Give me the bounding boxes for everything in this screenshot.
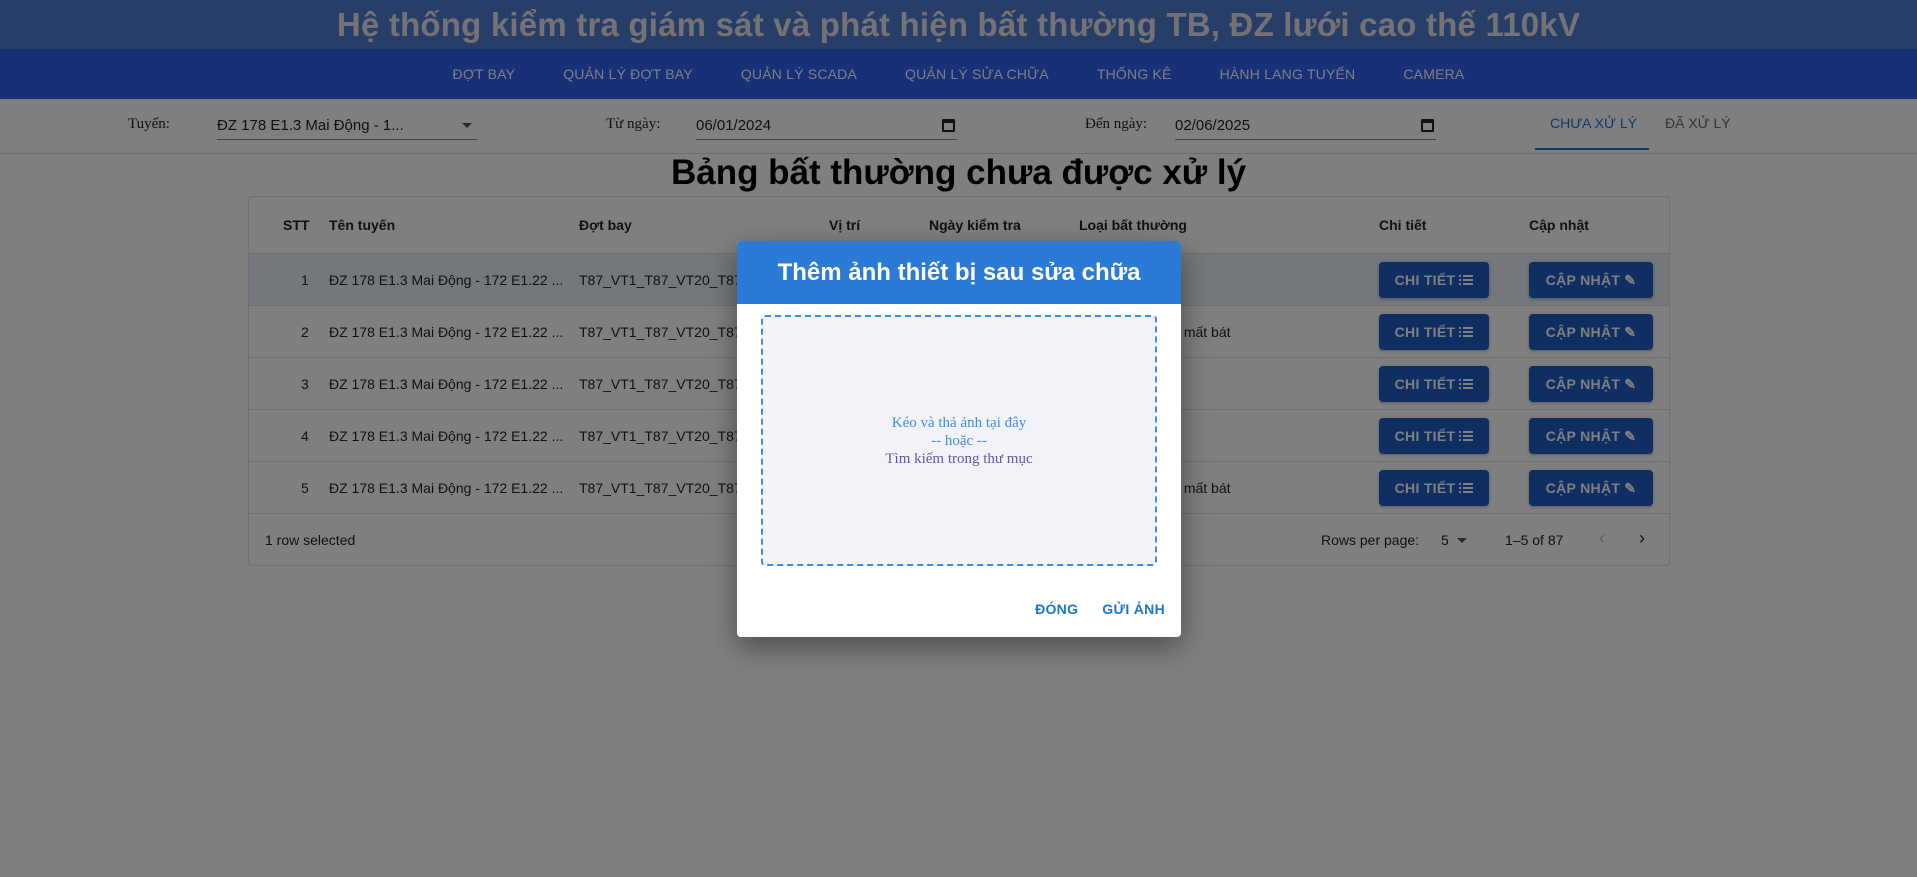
upload-dialog: Thêm ảnh thiết bị sau sửa chữa Kéo và th… — [737, 241, 1181, 637]
send-image-button[interactable]: GỬI ẢNH — [1102, 601, 1165, 617]
image-dropzone[interactable]: Kéo và thả ảnh tại đây -- hoặc -- Tìm ki… — [761, 315, 1157, 566]
close-button[interactable]: ĐÓNG — [1035, 601, 1078, 617]
dialog-header: Thêm ảnh thiết bị sau sửa chữa — [737, 241, 1181, 304]
dropzone-browse-text[interactable]: Tìm kiếm trong thư mục — [885, 450, 1032, 468]
dialog-actions: ĐÓNG GỬI ẢNH — [1035, 601, 1165, 617]
dialog-title: Thêm ảnh thiết bị sau sửa chữa — [777, 258, 1141, 286]
dropzone-drag-text: Kéo và thả ảnh tại đây — [891, 414, 1027, 431]
dropzone-or-text: -- hoặc -- — [931, 432, 987, 449]
